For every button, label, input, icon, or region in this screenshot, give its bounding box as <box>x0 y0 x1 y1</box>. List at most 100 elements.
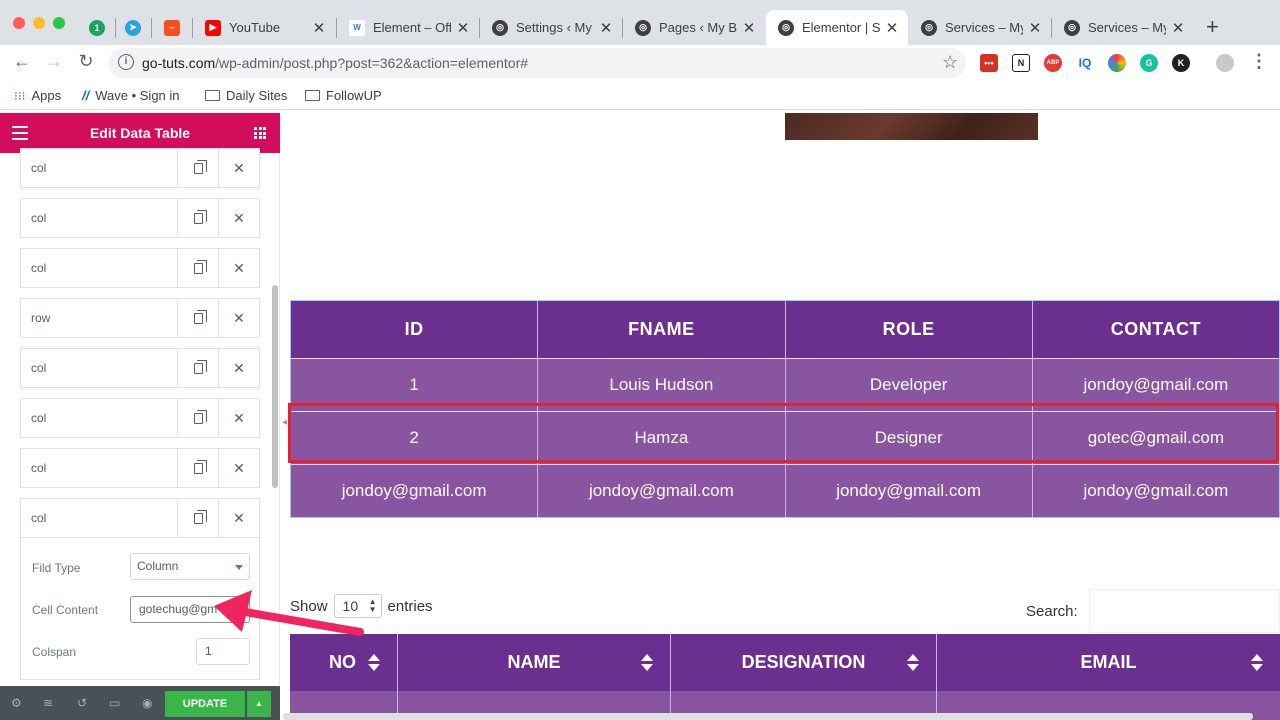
cell-content-input[interactable]: gotechug@gm <box>130 596 250 623</box>
sort-icon <box>1251 654 1263 674</box>
repeater-item[interactable]: row ✕ <box>20 298 260 338</box>
repeater-item[interactable]: col ✕ <box>20 348 260 388</box>
search-label: Search: <box>1026 603 1078 620</box>
bookmark-daily-sites[interactable]: Daily Sites <box>205 88 287 103</box>
duplicate-icon[interactable] <box>177 249 218 287</box>
panel-scrollbar[interactable] <box>272 285 278 488</box>
close-icon[interactable]: ✕ <box>1027 19 1043 37</box>
panel-collapse-handle[interactable]: ◂ <box>282 417 290 429</box>
duplicate-icon[interactable] <box>177 399 218 437</box>
chevron-down-icon <box>235 565 243 570</box>
sortable-header-no[interactable]: NO <box>290 634 398 691</box>
bookmark-label: Wave • Sign in <box>95 88 180 103</box>
repeater-item[interactable]: col ✕ <box>20 198 260 238</box>
navigator-layers-icon[interactable]: ≋ <box>43 696 53 710</box>
bookmark-apps[interactable]: ⁝⁝⁝ Apps <box>14 88 61 103</box>
close-icon[interactable]: ✕ <box>311 19 327 37</box>
forward-icon[interactable]: → <box>42 51 66 72</box>
tab-elementor-active[interactable]: ◎ Elementor | S ✕ <box>766 10 908 45</box>
remove-icon[interactable]: ✕ <box>218 299 259 337</box>
wp-icon: W <box>349 19 365 36</box>
entries-select[interactable]: 10 ▲ ▼ <box>333 594 382 618</box>
minimize-window-button[interactable] <box>33 17 45 29</box>
repeater-item-label: row <box>31 311 51 325</box>
pinned-tab-1[interactable]: 1 <box>84 10 110 45</box>
grammarly-icon[interactable]: G <box>1140 54 1158 72</box>
sortable-header-email[interactable]: EMAIL <box>937 634 1280 691</box>
repeater-item-label: col <box>31 411 47 425</box>
pinned-tab-3[interactable]: ~ <box>158 10 186 45</box>
new-tab-button[interactable]: + <box>1206 14 1219 40</box>
remove-icon[interactable]: ✕ <box>218 449 259 487</box>
repeater-item-open[interactable]: col ✕ <box>20 498 260 538</box>
responsive-desktop-icon[interactable]: ▭ <box>109 696 120 710</box>
tab-services-1[interactable]: ◎ Services – My ✕ <box>909 10 1051 45</box>
info-icon[interactable]: i <box>118 54 134 70</box>
duplicate-icon[interactable] <box>177 149 218 187</box>
close-icon[interactable]: ✕ <box>741 19 757 37</box>
repeater-item[interactable]: col ✕ <box>20 148 260 188</box>
bookmark-wave[interactable]: // Wave • Sign in <box>82 88 180 103</box>
widgets-grid-icon[interactable] <box>254 127 266 139</box>
reload-icon[interactable]: ↻ <box>74 51 98 72</box>
url-text: go-tuts.com/wp-admin/post.php?post=362&a… <box>142 55 528 71</box>
colspan-input[interactable]: 1 <box>196 638 250 665</box>
remove-icon[interactable]: ✕ <box>218 199 259 237</box>
duplicate-icon[interactable] <box>177 499 218 537</box>
remove-icon[interactable]: ✕ <box>218 249 259 287</box>
more-menu-icon[interactable]: ⋮ <box>1247 51 1271 72</box>
k-extension-icon[interactable]: K <box>1172 54 1190 72</box>
close-icon[interactable]: ✕ <box>455 19 471 37</box>
tab-element[interactable]: W Element – Off ✕ <box>337 10 479 45</box>
remove-icon[interactable]: ✕ <box>218 149 259 187</box>
duplicate-icon[interactable] <box>177 449 218 487</box>
close-icon[interactable]: ✕ <box>884 19 900 37</box>
tab-services-2[interactable]: ◎ Services – My ✕ <box>1052 10 1194 45</box>
bookmark-star-icon[interactable]: ☆ <box>942 52 958 73</box>
preview-eye-icon[interactable]: ◉ <box>142 696 152 710</box>
horizontal-scrollbar[interactable] <box>283 713 1253 720</box>
repeater-item[interactable]: col ✕ <box>20 398 260 438</box>
update-button[interactable]: UPDATE <box>165 691 245 717</box>
duplicate-icon[interactable] <box>177 299 218 337</box>
browser-tab-bar: 1 ➤ ~ ▶ YouTube ✕ W Element – Off ✕ ◎ Se… <box>0 0 1280 45</box>
duplicate-icon[interactable] <box>177 349 218 387</box>
color-picker-icon[interactable] <box>1108 54 1126 72</box>
extension-icon[interactable]: ••• <box>980 54 998 72</box>
bookmark-label: Daily Sites <box>226 88 288 103</box>
remove-icon[interactable]: ✕ <box>218 349 259 387</box>
table-header-row: ID FNAME ROLE CONTACT <box>291 301 1279 358</box>
tab-pages[interactable]: ◎ Pages ‹ My Bl ✕ <box>623 10 765 45</box>
remove-icon[interactable]: ✕ <box>218 499 259 537</box>
highlight-box <box>288 403 1279 463</box>
bookmarks-bar: ⁝⁝⁝ Apps // Wave • Sign in Daily Sites F… <box>0 82 1280 110</box>
settings-gear-icon[interactable]: ⚙ <box>11 696 22 710</box>
pinned-tab-2[interactable]: ➤ <box>120 10 146 45</box>
avatar[interactable] <box>1216 54 1234 72</box>
notion-icon[interactable]: N <box>1012 54 1030 72</box>
close-icon[interactable]: ✕ <box>1170 19 1186 37</box>
folder-icon <box>205 90 220 101</box>
close-window-button[interactable] <box>13 17 25 29</box>
address-bar[interactable]: i go-tuts.com/wp-admin/post.php?post=362… <box>108 48 966 78</box>
back-icon[interactable]: ← <box>10 51 34 72</box>
sortable-header-name[interactable]: NAME <box>398 634 671 691</box>
update-options-chevron-icon[interactable]: ▲ <box>247 691 271 717</box>
sort-icon <box>368 654 380 674</box>
adblock-icon[interactable]: ABP <box>1044 54 1062 72</box>
bookmark-followup[interactable]: FollowUP <box>305 88 382 103</box>
history-icon[interactable]: ↺ <box>77 696 87 710</box>
sortable-header-designation[interactable]: DESIGNATION <box>671 634 937 691</box>
colspan-label: Colspan <box>32 645 77 659</box>
field-type-select[interactable]: Column <box>130 553 250 580</box>
repeater-item[interactable]: col ✕ <box>20 248 260 288</box>
search-input[interactable] <box>1089 589 1280 633</box>
repeater-item[interactable]: col ✕ <box>20 448 260 488</box>
close-icon[interactable]: ✕ <box>598 19 614 37</box>
maximize-window-button[interactable] <box>53 17 65 29</box>
tab-settings[interactable]: ◎ Settings ‹ My ✕ <box>480 10 622 45</box>
remove-icon[interactable]: ✕ <box>218 399 259 437</box>
tab-youtube[interactable]: ▶ YouTube ✕ <box>193 10 335 45</box>
iq-icon[interactable]: IQ <box>1076 54 1094 72</box>
duplicate-icon[interactable] <box>177 199 218 237</box>
